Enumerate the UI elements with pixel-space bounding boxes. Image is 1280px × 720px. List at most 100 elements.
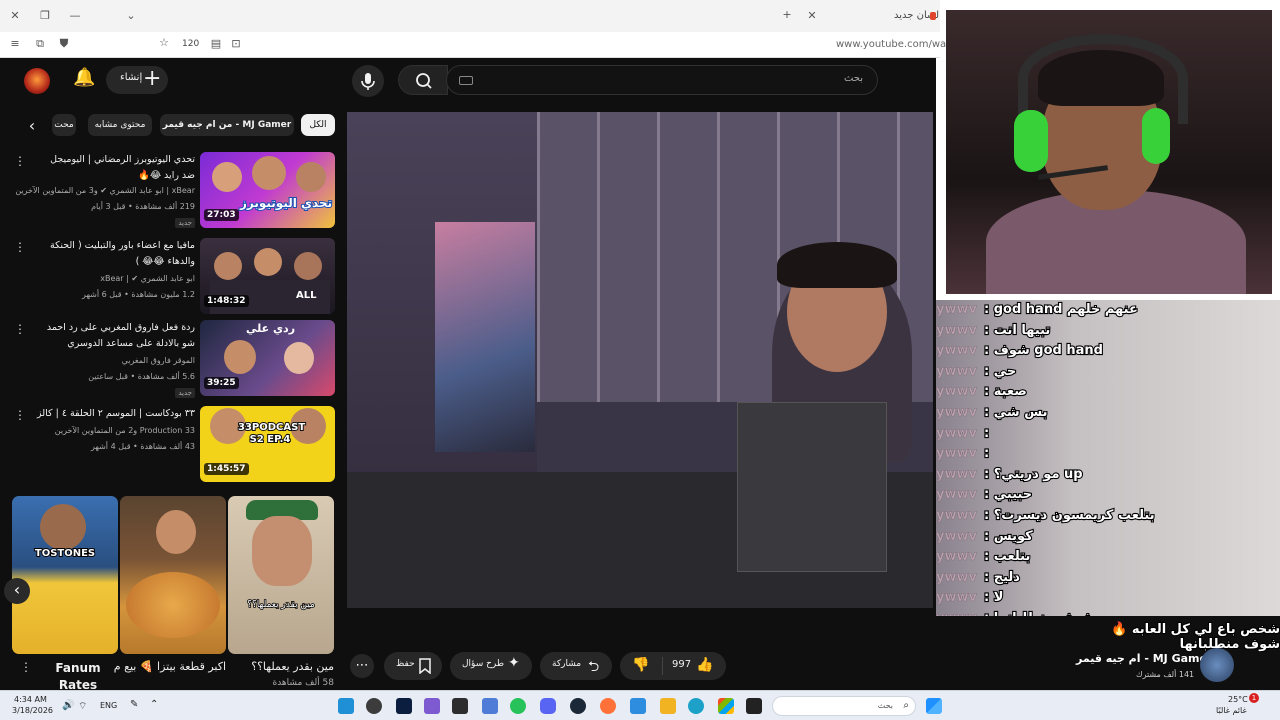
app-icon[interactable]: [746, 698, 762, 714]
url-field[interactable]: www.youtube.com/watc: [836, 39, 956, 50]
ask-button-label: طرح سؤال: [462, 659, 505, 669]
weather-desc[interactable]: غائم غالبًا: [1216, 706, 1247, 715]
short-thumbnail[interactable]: مين بقدر يعملها؟؟: [228, 496, 334, 654]
close-tab-icon[interactable]: ✕: [805, 9, 819, 22]
headset-left-cup: [1014, 110, 1048, 172]
poster-art: [435, 222, 535, 452]
shorts-prev-chevron-icon[interactable]: ‹: [4, 578, 30, 604]
minimize-window-icon[interactable]: —: [68, 9, 82, 22]
zoom-level[interactable]: 120: [182, 39, 199, 49]
channel-avatar[interactable]: [1200, 648, 1234, 682]
app-icon[interactable]: [718, 698, 734, 714]
taskbar-search[interactable]: بحث ⌕: [772, 696, 916, 716]
wifi-icon[interactable]: ⌔: [78, 700, 87, 713]
create-button[interactable]: إنشاء +: [106, 66, 168, 94]
list-item[interactable]: ALL 1:48:32 مافيا مع اعضاء باور والتبليت…: [0, 238, 340, 318]
short-title[interactable]: مين بقدر يعملها؟؟: [251, 660, 334, 673]
more-actions-icon[interactable]: ⋯: [350, 654, 374, 678]
chip-similar[interactable]: محتوى مشابه: [88, 114, 152, 136]
chat-username: ywwv: [936, 466, 977, 482]
channel-name[interactable]: xBear | ابو عابد الشمري ✔ و3 من المتماوي…: [15, 186, 195, 195]
video-title[interactable]: ردة فعل فاروق المغربي على رد احمد شو بال…: [35, 320, 195, 352]
app-icon[interactable]: [630, 698, 646, 714]
whatsapp-icon[interactable]: [510, 698, 526, 714]
voice-search-button[interactable]: [352, 65, 384, 97]
notifications-bell-icon[interactable]: 🔔: [73, 67, 95, 88]
more-options-icon[interactable]: ⋮: [14, 154, 26, 168]
bookmark-star-icon[interactable]: ☆: [157, 36, 171, 49]
weather-temp[interactable]: 25°C: [1228, 695, 1248, 704]
firefox-icon[interactable]: [600, 698, 616, 714]
tray-chevron-icon[interactable]: ⌃: [150, 699, 158, 710]
chip-all[interactable]: الكل: [301, 114, 335, 136]
reader-icon[interactable]: ▤: [209, 37, 223, 50]
short-thumbnail[interactable]: TOSTONES: [12, 496, 118, 654]
like-icon[interactable]: 👍: [696, 657, 713, 673]
ask-button[interactable]: طرح سؤال ✦: [450, 652, 532, 680]
video-title[interactable]: مافيا مع اعضاء باور والتبليت ( الحنكة وا…: [35, 238, 195, 270]
video-player[interactable]: [347, 112, 933, 608]
shield-icon[interactable]: ⛊: [57, 37, 71, 51]
chip-channel[interactable]: من ام جيه قيمر - MJ Gamer: [160, 114, 294, 136]
video-title[interactable]: تحدي اليوتيوبرز الرمضاني | اليوميجل ضد ر…: [35, 152, 195, 184]
save-button[interactable]: حفظ: [384, 652, 442, 680]
more-options-icon[interactable]: ⋮: [20, 660, 32, 674]
video-duration: 27:03: [204, 209, 239, 221]
app-icon[interactable]: [482, 698, 498, 714]
list-item[interactable]: ردي علي 39:25 ردة فعل فاروق المغربي على …: [0, 320, 340, 400]
chip-related-more[interactable]: محت: [52, 114, 76, 136]
list-item[interactable]: تحدي اليوتيوبرز 27:03 تحدي اليوتيوبرز ال…: [0, 152, 340, 232]
video-duration: 39:25: [204, 377, 239, 389]
menu-icon[interactable]: ≡: [8, 37, 22, 50]
short-thumbnail[interactable]: [120, 496, 226, 654]
more-options-icon[interactable]: ⋮: [14, 408, 26, 422]
keyboard-icon[interactable]: [459, 76, 473, 85]
video-title[interactable]: شخص باع لي كل العابه 🔥 شوف منطلبانها: [1094, 621, 1280, 653]
video-title[interactable]: ٣٣ بودكاست | الموسم ٢ الحلقة ٤ | كالز: [35, 406, 195, 422]
edge-icon[interactable]: [688, 698, 704, 714]
photoshop-icon[interactable]: [396, 698, 412, 714]
speaker-icon[interactable]: 🔊: [62, 700, 74, 711]
pen-icon[interactable]: ✎: [130, 699, 138, 710]
short-title[interactable]: Fanum Rates Dominican: [36, 660, 120, 690]
close-window-icon[interactable]: ✕: [8, 9, 22, 22]
chips-prev-chevron-icon[interactable]: ‹: [22, 116, 42, 136]
more-options-icon[interactable]: ⋮: [14, 240, 26, 254]
short-title[interactable]: اكبر قطعة بيتزا 🍕 بيع م: [114, 660, 226, 673]
new-badge: جديد: [175, 218, 195, 228]
clock-date[interactable]: 3/18/2026: [12, 706, 53, 715]
list-item[interactable]: 33PODCAST S2 EP.4 1:45:57 ٣٣ بودكاست | ا…: [0, 406, 340, 486]
account-avatar[interactable]: [24, 68, 50, 94]
restore-window-icon[interactable]: ❐: [38, 9, 52, 22]
tab-list-chevron-icon[interactable]: ⌄: [124, 9, 138, 22]
steam-icon[interactable]: [570, 698, 586, 714]
video-meta: 43 ألف مشاهدة • قبل 4 أشهر: [91, 442, 195, 451]
chat-text: : تبيها انت: [983, 321, 1052, 338]
video-duration: 1:45:57: [204, 463, 249, 475]
dislike-icon[interactable]: 👎: [632, 657, 649, 673]
app-icon[interactable]: [366, 698, 382, 714]
app-icon[interactable]: [424, 698, 440, 714]
new-tab-icon[interactable]: +: [780, 8, 794, 21]
channel-name[interactable]: 33 Production و2 من المتماوين الآخرين: [55, 426, 195, 435]
extensions-icon[interactable]: ⧉: [33, 37, 47, 51]
channel-name-below[interactable]: ام جيه قيمر - MJ Gamer: [1076, 652, 1212, 665]
search-button[interactable]: [398, 65, 448, 95]
channel-name[interactable]: الموقر فاروق المغربي: [122, 356, 195, 365]
channel-name[interactable]: ابو عابد الشمري ✔ | xBear: [100, 274, 195, 283]
chat-text: : شوف god hand: [983, 342, 1104, 359]
windows-start-icon[interactable]: [926, 698, 942, 714]
clock-time[interactable]: 4:34 AM: [14, 695, 47, 704]
search-input[interactable]: بحث: [446, 65, 878, 95]
screenshot-icon[interactable]: ⊡: [229, 37, 243, 50]
thumbnail-face: [224, 340, 256, 374]
divider: [662, 657, 663, 675]
input-language[interactable]: ENG: [100, 701, 117, 710]
app-icon[interactable]: [338, 698, 354, 714]
file-explorer-icon[interactable]: [660, 698, 676, 714]
more-options-icon[interactable]: ⋮: [14, 322, 26, 336]
app-icon[interactable]: [452, 698, 468, 714]
discord-icon[interactable]: [540, 698, 556, 714]
share-button[interactable]: مشاركة ⮌: [540, 652, 612, 680]
browser-address-bar: ≡ ⧉ ⛊ ☆ 120 ▤ ⊡ www.youtube.com/watc: [0, 32, 956, 58]
